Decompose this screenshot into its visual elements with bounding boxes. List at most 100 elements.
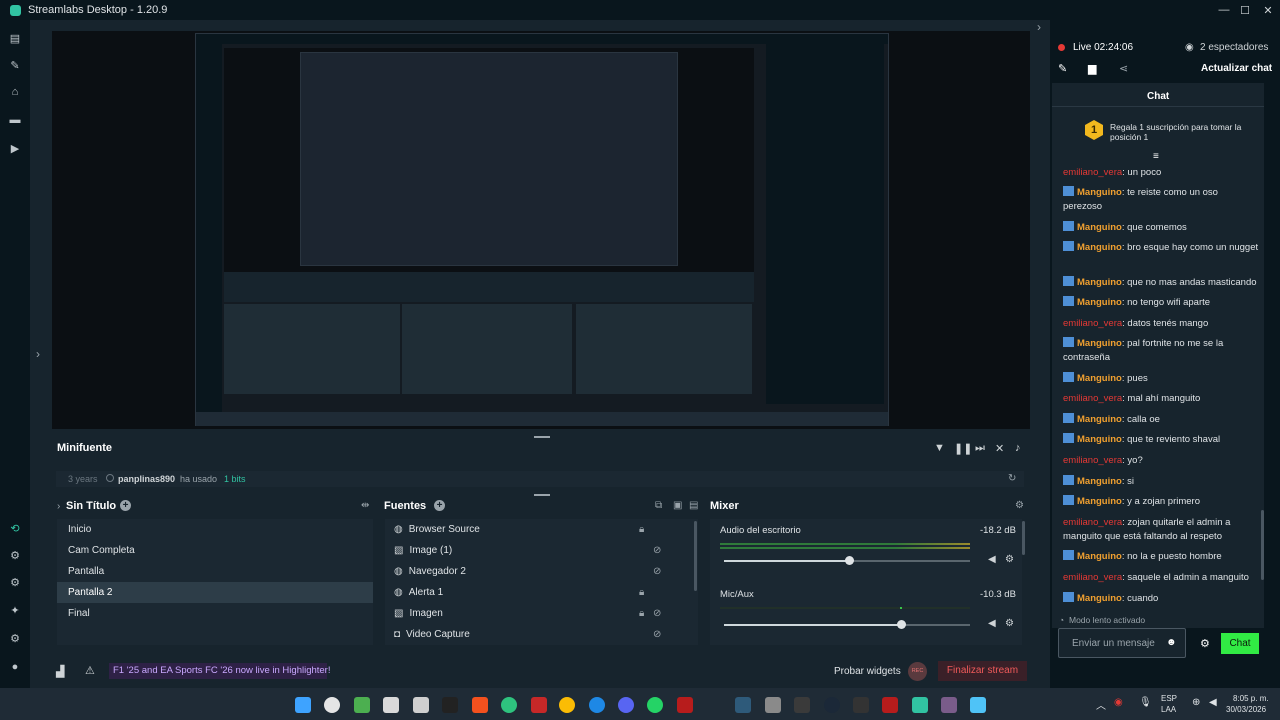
store-icon[interactable]: ⌂ (8, 85, 22, 99)
source-item[interactable]: ◍ Navegador 2 ⊘ (385, 561, 675, 582)
minecraft-launcher-icon[interactable] (383, 697, 399, 713)
filter-icon[interactable]: ▼ (934, 442, 945, 454)
chrome-icon[interactable] (559, 697, 575, 713)
tray-app-icon[interactable]: ◉ (1114, 697, 1123, 708)
app-icon[interactable] (765, 697, 781, 713)
play-icon[interactable]: ▶ (8, 141, 22, 155)
app-icon[interactable] (472, 697, 488, 713)
app-icon[interactable] (970, 697, 986, 713)
skip-icon[interactable]: ⏭ (975, 442, 985, 455)
chat-username[interactable]: Manguino (1077, 222, 1122, 233)
capcut-icon[interactable] (442, 697, 458, 713)
source-settings-icon[interactable]: ⧉ (655, 500, 662, 511)
speaker-icon[interactable]: ◀ (988, 554, 996, 565)
chat-settings-icon[interactable]: ⚙ (1200, 637, 1210, 650)
chat-username[interactable]: emiliano_vera (1063, 393, 1122, 404)
chat-input[interactable]: Enviar un mensaje ☻ (1058, 628, 1186, 658)
scene-item[interactable]: Inicio (57, 519, 373, 540)
steam-icon[interactable] (824, 697, 840, 713)
scene-item[interactable]: Pantalla (57, 561, 373, 582)
app-icon[interactable] (677, 697, 693, 713)
end-stream-button[interactable]: Finalizar stream (938, 661, 1027, 681)
channel-settings-icon[interactable]: ⚙ (1005, 554, 1014, 565)
folder-icon[interactable]: ▤ (689, 500, 698, 511)
chat-username[interactable]: Manguino (1077, 373, 1122, 384)
streamlabs-icon[interactable] (912, 697, 928, 713)
whatsapp-icon[interactable] (647, 697, 663, 713)
themes-icon[interactable]: ✎ (8, 58, 22, 72)
speaker-icon[interactable]: ◀ (988, 618, 996, 629)
emoji-icon[interactable]: ☻ (1166, 637, 1177, 648)
hidden-icon[interactable]: ⊘ (653, 608, 661, 619)
highlighter-banner[interactable]: F1 '25 and EA Sports FC '26 now live in … (109, 663, 331, 679)
minecraft-icon[interactable] (354, 697, 370, 713)
volume-icon[interactable]: ♪ (1015, 442, 1021, 454)
app-icon[interactable] (501, 697, 517, 713)
chat-username[interactable]: emiliano_vera (1063, 572, 1122, 583)
chat-username[interactable]: Manguino (1077, 242, 1122, 253)
profile-icon[interactable]: ● (8, 660, 22, 674)
source-item[interactable]: ◍ Alerta 1 🔒︎ (385, 582, 675, 603)
tray-chevron-icon[interactable]: ︿ (1096, 697, 1106, 712)
epic-games-icon[interactable] (853, 697, 869, 713)
chat-username[interactable]: Manguino (1077, 593, 1122, 604)
editor-icon[interactable]: ▤ (8, 31, 22, 45)
obs-icon[interactable] (324, 697, 340, 713)
source-item[interactable]: ▧ Image (1) ⊘ (385, 540, 675, 561)
test-widgets-button[interactable]: Probar widgets (834, 666, 901, 677)
clock-time[interactable]: 8:05 p. m. (1233, 694, 1269, 703)
app-icon[interactable] (794, 697, 810, 713)
volume-slider[interactable] (724, 624, 970, 626)
scrollbar[interactable] (1022, 521, 1025, 555)
refresh-chat-button[interactable]: Actualizar chat (1201, 63, 1272, 74)
chat-username[interactable]: Manguino (1077, 496, 1122, 507)
source-item[interactable]: ▧ Imagen 🔒︎ ⊘ (385, 603, 675, 624)
close-button[interactable]: ✕ (1256, 0, 1280, 20)
share-icon[interactable]: ⋖ (1119, 62, 1128, 75)
rec-button[interactable]: REC (908, 662, 927, 681)
microphone-icon[interactable]: 🎙︎ (1139, 697, 1152, 708)
dashboard-icon[interactable]: ▬ (8, 113, 22, 127)
winrar-icon[interactable] (882, 697, 898, 713)
scene-transitions-icon[interactable]: ⇹ (361, 500, 369, 511)
repeat-icon[interactable]: ↻ (1008, 473, 1016, 484)
filter-icon[interactable]: ≡ (1153, 151, 1159, 162)
chat-username[interactable]: emiliano_vera (1063, 167, 1122, 178)
add-source-button[interactable]: + (434, 500, 445, 511)
chat-username[interactable]: Manguino (1077, 338, 1122, 349)
layout-icon[interactable]: ⚙ (8, 548, 22, 562)
network-icon[interactable]: ⊕ (1192, 697, 1200, 708)
start-menu-icon[interactable] (295, 697, 311, 713)
collapse-chat-icon[interactable]: › (1037, 20, 1041, 34)
app-icon[interactable] (413, 697, 429, 713)
lock-icon[interactable]: 🔒︎ (639, 587, 644, 598)
edit-icon[interactable]: ✎ (1058, 62, 1067, 75)
lock-icon[interactable]: 🔒︎ (639, 524, 644, 535)
chat-username[interactable]: emiliano_vera (1063, 517, 1122, 528)
app-icon[interactable] (941, 697, 957, 713)
source-item[interactable]: ◘ Video Capture ⊘ (385, 624, 675, 645)
chat-username[interactable]: Manguino (1077, 551, 1122, 562)
chat-scrollbar[interactable] (1261, 510, 1264, 580)
expand-left-icon[interactable]: › (36, 347, 40, 361)
volume-icon[interactable]: ◀ (1209, 697, 1217, 708)
scene-item[interactable]: Cam Completa (57, 540, 373, 561)
channel-settings-icon[interactable]: ⚙ (1005, 618, 1014, 629)
pause-icon[interactable]: ❚❚ (954, 442, 972, 455)
app-icon[interactable] (735, 697, 751, 713)
mute-notifications-icon[interactable]: ✕ (995, 442, 1004, 455)
pinned-gift-prompt[interactable]: Regala 1 suscripción para tomar la posic… (1110, 122, 1246, 142)
discord-icon[interactable] (618, 697, 634, 713)
hidden-icon[interactable]: ⊘ (653, 545, 661, 556)
keyboard-language[interactable]: ESP (1161, 694, 1177, 703)
mixer-settings-icon[interactable]: ⚙ (1015, 500, 1024, 511)
maximize-button[interactable]: ☐ (1233, 0, 1257, 20)
effects-icon[interactable]: ✦ (8, 603, 22, 617)
chat-username[interactable]: emiliano_vera (1063, 318, 1122, 329)
hidden-icon[interactable]: ⊘ (653, 566, 661, 577)
edge-icon[interactable] (589, 697, 605, 713)
chat-username[interactable]: Manguino (1077, 187, 1122, 198)
chevron-down-icon[interactable]: › (57, 501, 60, 512)
add-scene-button[interactable]: + (120, 500, 131, 511)
highlighter-icon[interactable]: ⚙ (8, 575, 22, 589)
